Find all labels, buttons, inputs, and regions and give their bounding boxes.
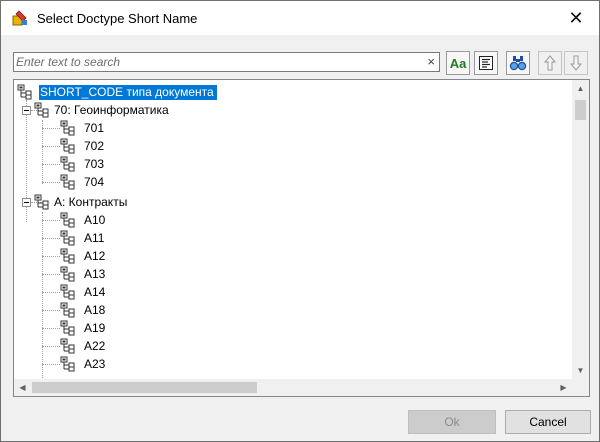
hierarchy-icon [34, 102, 49, 118]
tree-leaf-row[interactable]: A18 [14, 301, 574, 319]
collapse-toggle[interactable] [22, 198, 31, 207]
vertical-scroll-thumb[interactable] [575, 100, 586, 120]
tree-leaf-label[interactable]: A14 [84, 285, 105, 299]
whole-word-icon [479, 56, 493, 70]
cancel-button[interactable]: Cancel [505, 410, 591, 434]
hierarchy-icon [60, 138, 75, 154]
scroll-left-arrow-icon[interactable]: ◀ [14, 379, 31, 396]
horizontal-scrollbar[interactable]: ◀ ▶ [14, 379, 572, 396]
tree-leaf-label[interactable]: A22 [84, 339, 105, 353]
tree-leaf-row[interactable]: A11 [14, 229, 574, 247]
find-button[interactable] [506, 51, 530, 75]
hierarchy-icon [60, 302, 75, 318]
find-binoculars-icon [509, 56, 527, 71]
scroll-up-arrow-icon[interactable]: ▲ [572, 80, 589, 97]
ok-button[interactable]: Ok [408, 410, 496, 434]
tree-leaf-label[interactable]: A18 [84, 303, 105, 317]
horizontal-scroll-thumb[interactable] [32, 382, 257, 393]
tree-leaf-label[interactable]: 704 [84, 175, 104, 189]
tree-leaf-row[interactable]: 703 [14, 155, 574, 173]
hierarchy-icon [34, 194, 49, 210]
tree-group-label[interactable]: A: Контракты [54, 195, 127, 209]
title-bar: Select Doctype Short Name ✕ [1, 1, 599, 35]
search-box[interactable]: × [13, 52, 440, 72]
tree-leaf-label[interactable]: 701 [84, 121, 104, 135]
hierarchy-icon [60, 174, 75, 190]
hierarchy-icon [60, 266, 75, 282]
tree-group-row[interactable]: 70: Геоинформатика [14, 101, 574, 119]
tree-leaf-row[interactable]: 704 [14, 173, 574, 191]
hierarchy-icon [60, 120, 75, 136]
scroll-corner [572, 379, 589, 396]
tree-root-label[interactable]: SHORT_CODE типа документа [39, 85, 217, 100]
hierarchy-icon [60, 356, 75, 372]
move-down-icon [570, 55, 582, 71]
tree-leaf-label[interactable]: 703 [84, 157, 104, 171]
tree-leaf-row[interactable]: A13 [14, 265, 574, 283]
hierarchy-icon [60, 338, 75, 354]
tree-leaf-label[interactable]: A13 [84, 267, 105, 281]
move-up-icon [544, 55, 556, 71]
vertical-scrollbar[interactable]: ▲ ▼ [572, 80, 589, 379]
dialog-window: Select Doctype Short Name ✕ × Aa [0, 0, 600, 442]
tree-leaf-row[interactable]: A12 [14, 247, 574, 265]
hierarchy-icon [60, 156, 75, 172]
match-case-button[interactable]: Aa [446, 51, 470, 75]
tree-leaf-row[interactable]: 701 [14, 119, 574, 137]
tree-group-label[interactable]: 70: Геоинформатика [54, 103, 169, 117]
tree-leaf-label[interactable]: A12 [84, 249, 105, 263]
match-case-icon: Aa [449, 55, 467, 71]
tree-leaf-label[interactable]: A23 [84, 357, 105, 371]
hierarchy-icon [60, 284, 75, 300]
doctype-tree[interactable]: SHORT_CODE типа документа 70: Геоинформа… [13, 79, 590, 397]
tree-group-row[interactable]: A: Контракты [14, 193, 574, 211]
clear-search-icon[interactable]: × [427, 54, 435, 69]
tree-leaf-label[interactable]: 702 [84, 139, 104, 153]
scroll-right-arrow-icon[interactable]: ▶ [555, 379, 572, 396]
app-icon [12, 10, 27, 26]
tree-leaf-row[interactable]: A19 [14, 319, 574, 337]
move-up-button[interactable] [538, 51, 562, 75]
close-icon: ✕ [568, 7, 584, 28]
tree-leaf-row[interactable]: A23 [14, 355, 574, 373]
tree-leaf-label[interactable]: A10 [84, 213, 105, 227]
tree-root-row[interactable]: SHORT_CODE типа документа [14, 83, 574, 101]
tree-leaf-row[interactable]: A10 [14, 211, 574, 229]
hierarchy-icon [60, 212, 75, 228]
hierarchy-icon [60, 230, 75, 246]
tree-leaf-label[interactable]: A19 [84, 321, 105, 335]
collapse-toggle[interactable] [22, 106, 31, 115]
hierarchy-icon [60, 248, 75, 264]
search-input[interactable] [16, 54, 416, 70]
window-title: Select Doctype Short Name [37, 11, 198, 26]
tree-leaf-row[interactable]: A14 [14, 283, 574, 301]
close-button[interactable]: ✕ [553, 1, 599, 35]
scroll-down-arrow-icon[interactable]: ▼ [572, 362, 589, 379]
hierarchy-icon [60, 320, 75, 336]
whole-word-button[interactable] [474, 51, 498, 75]
tree-leaf-row[interactable]: 702 [14, 137, 574, 155]
hierarchy-icon [17, 84, 32, 100]
move-down-button[interactable] [564, 51, 588, 75]
tree-leaf-row[interactable]: A22 [14, 337, 574, 355]
tree-leaf-label[interactable]: A11 [84, 231, 104, 245]
